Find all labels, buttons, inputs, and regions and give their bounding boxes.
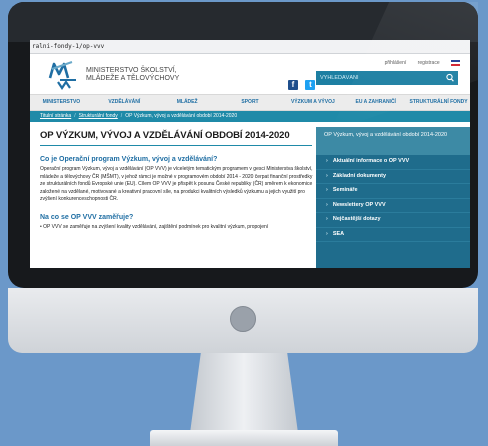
breadcrumb-separator: / [120, 113, 123, 119]
social-links: f t [288, 74, 318, 92]
breadcrumb-home[interactable]: Titulní stránka [40, 113, 71, 119]
search-box [316, 71, 458, 85]
facebook-icon[interactable]: f [288, 80, 298, 90]
search-icon[interactable] [445, 72, 455, 84]
monitor-stand-neck [190, 353, 298, 433]
intro-paragraph: Operační program Výzkum, vývoj a vzděláv… [40, 166, 313, 202]
monitor-screen: ralni-fondy-1/op-vvv MINISTERSTVO ŠKOLST… [30, 40, 470, 268]
sidebar-item-aktualni-informace[interactable]: Aktuální informace o OP VVV [316, 155, 470, 170]
url-bar[interactable]: ralni-fondy-1/op-vvv [30, 40, 470, 54]
ministry-name: MINISTERSTVO ŠKOLSTVÍ, MLÁDEŽE A TĚLOVÝC… [86, 67, 196, 83]
sidebar-item-sea[interactable]: SEA [316, 228, 470, 242]
login-link[interactable]: přihlášení [385, 60, 407, 66]
nav-item-ministerstvo[interactable]: MINISTERSTVO [30, 95, 93, 110]
ministry-line-1: MINISTERSTVO ŠKOLSTVÍ, [86, 67, 177, 74]
sidebar: OP Výzkum, vývoj a vzdělávání období 201… [316, 127, 470, 268]
monitor-logo-dot [230, 306, 256, 332]
title-divider [40, 145, 312, 146]
nav-item-vzdelavani[interactable]: VZDĚLÁVÁNÍ [93, 95, 156, 110]
nav-item-strukturalni-fondy[interactable]: STRUKTURÁLNÍ FONDY [407, 95, 470, 110]
twitter-icon[interactable]: t [305, 80, 316, 90]
main-nav: MINISTERSTVO VZDĚLÁVÁNÍ MLÁDEŽ SPORT VÝZ… [30, 94, 470, 111]
nav-item-vyzkum[interactable]: VÝZKUM A VÝVOJ [281, 95, 344, 110]
monitor-stand-foot [150, 430, 338, 446]
focus-paragraph: • OP VVV se zaměřuje na zvýšení kvality … [40, 223, 269, 230]
register-link[interactable]: registrace [418, 60, 440, 66]
sidebar-header[interactable]: OP Výzkum, vývoj a vzdělávání období 201… [316, 127, 470, 155]
sidebar-item-zakladni-dokumenty[interactable]: Základní dokumenty [316, 170, 470, 184]
search-input[interactable] [320, 73, 430, 83]
breadcrumb-current: OP Výzkum, vývoj a vzdělávání období 201… [125, 113, 238, 119]
uk-flag-icon[interactable] [451, 60, 460, 66]
breadcrumb-section[interactable]: Strukturální fondy [79, 113, 118, 119]
top-links: přihlášení registrace [375, 60, 460, 66]
sidebar-item-newslettery[interactable]: Newslettery OP VVV [316, 199, 470, 213]
sidebar-item-dotazy[interactable]: Nejčastější dotazy [316, 213, 470, 228]
monitor-bezel-top [8, 2, 478, 42]
nav-item-sport[interactable]: SPORT [219, 95, 282, 110]
msmt-logo-icon[interactable] [48, 60, 78, 90]
site-header: MINISTERSTVO ŠKOLSTVÍ, MLÁDEŽE A TĚLOVÝC… [30, 54, 470, 94]
sidebar-item-seminare[interactable]: Semináře [316, 184, 470, 199]
breadcrumb: Titulní stránka / Strukturální fondy / OP Vý… [30, 111, 470, 122]
nav-item-mladez[interactable]: MLÁDEŽ [156, 95, 219, 110]
ministry-line-2: MLÁDEŽE A TĚLOVÝCHOVY [86, 75, 180, 82]
breadcrumb-separator: / [74, 113, 76, 119]
nav-item-eu[interactable]: EU A ZAHRANIČÍ [344, 95, 407, 110]
